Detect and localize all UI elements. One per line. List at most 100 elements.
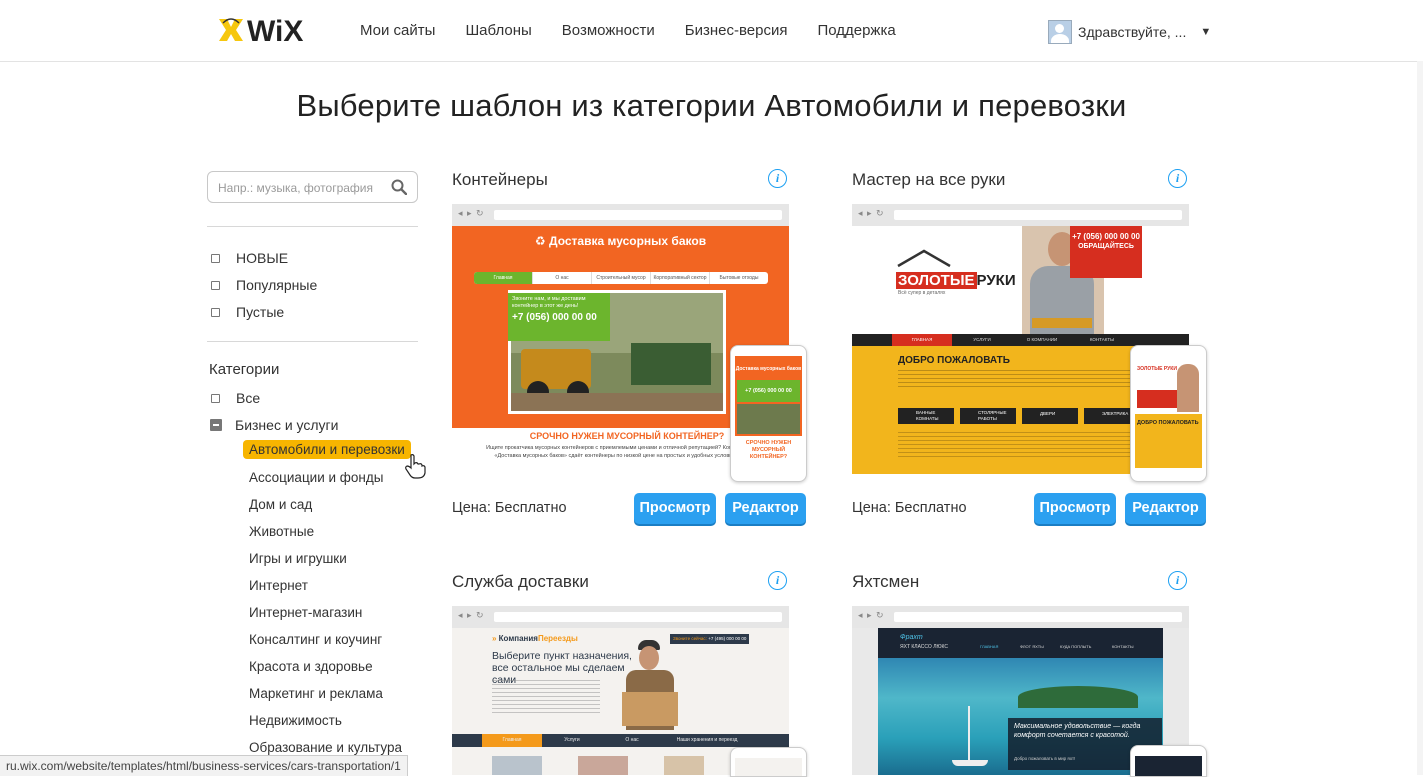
filter-label: Популярные bbox=[236, 277, 318, 293]
mobile-phone: +7 (056) 000 00 00 bbox=[737, 380, 800, 402]
url-bar bbox=[894, 210, 1182, 220]
collapse-icon[interactable] bbox=[210, 419, 222, 431]
courier-photo bbox=[620, 640, 680, 730]
preview-button[interactable]: Просмотр bbox=[634, 493, 716, 524]
mobile-banner: СРОЧНО НУЖЕН МУСОРНЫЙ КОНТЕЙНЕР? bbox=[735, 436, 802, 468]
preview-menu-item: Наши хранения и переезд bbox=[676, 737, 738, 743]
preview-menu-item: Строительный мусор bbox=[591, 272, 650, 284]
house-roof-icon bbox=[897, 249, 951, 268]
subcategory-internet[interactable]: Интернет bbox=[249, 578, 308, 593]
preview-menu-item: Корпоративный сектор bbox=[650, 272, 709, 284]
preview-menu-item: ГЛАВНАЯ bbox=[892, 334, 952, 346]
template-title[interactable]: Служба доставки bbox=[452, 572, 589, 592]
template-title[interactable]: Яхтсмен bbox=[852, 572, 919, 592]
mobile-preview: ЗОЛОТЫЕ РУКИ ДОБРО ПОЖАЛОВАТЬ bbox=[1130, 345, 1207, 482]
nav-templates[interactable]: Шаблоны bbox=[465, 22, 531, 39]
info-icon[interactable]: i bbox=[768, 169, 787, 188]
preview-text-lines bbox=[492, 680, 600, 716]
mobile-heading: Доставка мусорных баков bbox=[735, 366, 802, 372]
filter-label: Пустые bbox=[236, 304, 285, 320]
subcategory-marketing[interactable]: Маркетинг и реклама bbox=[249, 686, 383, 701]
filter-new[interactable]: НОВЫЕ bbox=[211, 250, 288, 266]
preview-menu-item: Главная bbox=[482, 734, 542, 747]
preview-menu-item: О нас bbox=[625, 737, 639, 743]
preview-menu-item: КОНТАКТЫ bbox=[1089, 337, 1115, 342]
mobile-preview bbox=[1130, 745, 1207, 777]
url-bar bbox=[494, 612, 782, 622]
checkbox[interactable] bbox=[211, 307, 220, 317]
subcategory-real-estate[interactable]: Недвижимость bbox=[249, 713, 342, 728]
nav-my-sites[interactable]: Мои сайты bbox=[360, 22, 435, 39]
preview-text-lines bbox=[898, 370, 1132, 388]
nav-premium[interactable]: Бизнес-версия bbox=[685, 22, 788, 39]
scrollbar[interactable] bbox=[1417, 61, 1423, 775]
subcategory-beauty[interactable]: Красота и здоровье bbox=[249, 659, 373, 674]
preview-logo: Фрахт bbox=[900, 634, 923, 641]
preview-logo: ЗОЛОТЫЕ РУКИ bbox=[896, 272, 1016, 289]
template-price: Цена: Бесплатно bbox=[852, 500, 967, 516]
preview-callout-text: Звоните нам, и мы доставим контейнер в э… bbox=[512, 296, 586, 309]
browser-nav-icons: ◂ ▸ ↻ bbox=[458, 208, 485, 218]
page-title: Выберите шаблон из категории Автомобили … bbox=[296, 88, 1127, 123]
filter-blank[interactable]: Пустые bbox=[211, 304, 284, 320]
template-title[interactable]: Мастер на все руки bbox=[852, 170, 1005, 190]
category-all[interactable]: Все bbox=[211, 390, 260, 406]
preview-tagline: ЯХТ КЛАССО ЛЮКС bbox=[900, 644, 948, 650]
info-icon[interactable]: i bbox=[1168, 571, 1187, 590]
subcategory-associations[interactable]: Ассоциации и фонды bbox=[249, 470, 383, 485]
preview-menu-item: О нас bbox=[532, 272, 591, 284]
user-greeting: Здравствуйте, ... bbox=[1078, 24, 1187, 40]
preview-menu-item: УСЛУГИ bbox=[973, 337, 991, 342]
browser-bar: ◂ ▸ ↻ bbox=[452, 204, 789, 226]
browser-nav-icons: ◂ ▸ ↻ bbox=[458, 610, 485, 620]
search-input[interactable] bbox=[216, 180, 390, 196]
divider bbox=[207, 226, 418, 227]
template-title[interactable]: Контейнеры bbox=[452, 170, 548, 190]
nav-support[interactable]: Поддержка bbox=[817, 22, 895, 39]
preview-services: ВАННЫЕ КОМНАТЫ СТОЛЯРНЫЕ РАБОТЫ ДВЕРИ ЭЛ… bbox=[898, 408, 1140, 424]
template-price: Цена: Бесплатно bbox=[452, 500, 567, 516]
info-icon[interactable]: i bbox=[1168, 169, 1187, 188]
info-icon[interactable]: i bbox=[768, 571, 787, 590]
preview-image bbox=[492, 756, 542, 775]
browser-bar: ◂ ▸ ↻ bbox=[852, 204, 1189, 226]
status-url: ru.wix.com/website/templates/html/busine… bbox=[0, 755, 408, 776]
preview-service: ДВЕРИ bbox=[1022, 408, 1078, 424]
subcategory-consulting[interactable]: Консалтинг и коучинг bbox=[249, 632, 382, 647]
edit-button[interactable]: Редактор bbox=[725, 493, 806, 524]
subcategory-animals[interactable]: Животные bbox=[249, 524, 314, 539]
preview-phone: +7 (495) 000 00 00 bbox=[708, 636, 747, 641]
user-menu[interactable]: Здравствуйте, ... ▼ bbox=[1048, 20, 1211, 44]
search-icon[interactable] bbox=[391, 179, 407, 195]
preview-menu: Главная О нас Строительный мусор Корпора… bbox=[474, 272, 768, 284]
category-business[interactable]: Бизнес и услуги bbox=[210, 417, 338, 433]
preview-service: ВАННЫЕ КОМНАТЫ bbox=[898, 408, 954, 424]
preview-button[interactable]: Просмотр bbox=[1034, 493, 1116, 524]
preview-menu-item: Главная bbox=[474, 272, 532, 284]
subcategory-cars-transportation[interactable]: Автомобили и перевозки bbox=[243, 440, 411, 459]
preview-phone: +7 (056) 000 00 00 bbox=[1072, 232, 1140, 241]
edit-button[interactable]: Редактор bbox=[1125, 493, 1206, 524]
preview-logo-b: Переезды bbox=[537, 634, 578, 643]
preview-logo-b: РУКИ bbox=[976, 272, 1016, 289]
preview-body: Ищите прокатчика мусорных контейнеров с … bbox=[486, 445, 748, 459]
caret-down-icon[interactable]: ▼ bbox=[1200, 26, 1211, 38]
main-nav: Мои сайты Шаблоны Возможности Бизнес-вер… bbox=[360, 22, 926, 39]
nav-features[interactable]: Возможности bbox=[562, 22, 655, 39]
preview-callout: Звоните нам, и мы доставим контейнер в э… bbox=[508, 293, 610, 341]
subcategory-education[interactable]: Образование и культура bbox=[249, 740, 402, 755]
wix-logo[interactable]: WiX bbox=[217, 13, 323, 47]
subcategory-home-garden[interactable]: Дом и сад bbox=[249, 497, 312, 512]
preview-menu-item: КУДА ПОПЛЫТЬ bbox=[1060, 644, 1092, 649]
checkbox[interactable] bbox=[211, 253, 220, 263]
mobile-preview bbox=[730, 747, 807, 777]
preview-menu-item: ФЛОТ ЯХТЫ bbox=[1020, 644, 1044, 649]
subcategory-online-store[interactable]: Интернет-магазин bbox=[249, 605, 362, 620]
search-box bbox=[207, 171, 418, 203]
subcategory-games-toys[interactable]: Игры и игрушки bbox=[249, 551, 347, 566]
avatar bbox=[1048, 20, 1072, 44]
filter-popular[interactable]: Популярные bbox=[211, 277, 317, 293]
checkbox[interactable] bbox=[211, 393, 220, 403]
checkbox[interactable] bbox=[211, 280, 220, 290]
browser-nav-icons: ◂ ▸ ↻ bbox=[858, 610, 885, 620]
